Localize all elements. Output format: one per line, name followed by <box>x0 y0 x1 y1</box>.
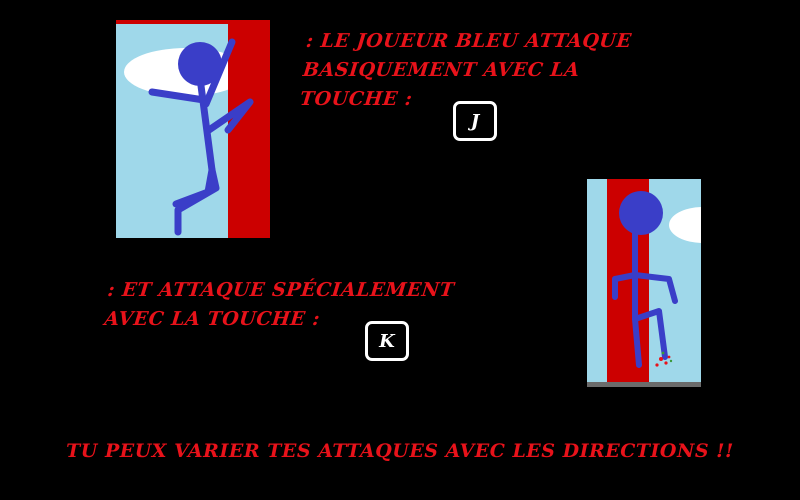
key-j-icon: J <box>453 101 497 141</box>
special-attack-text: : ET ATTAQUE SPÉCIALEMENT AVEC LA TOUCHE… <box>103 279 456 330</box>
blue-stickman-kick-icon <box>587 179 701 387</box>
key-k-label: K <box>379 330 395 352</box>
special-attack-illustration <box>587 179 701 387</box>
directions-hint-text: TU PEUX VARIER TES ATTAQUES AVEC LES DIR… <box>66 440 734 462</box>
blue-stickman-punch-icon <box>116 20 270 238</box>
key-j-label: J <box>470 110 480 132</box>
basic-attack-illustration <box>116 20 270 238</box>
key-k-icon: K <box>365 321 409 361</box>
